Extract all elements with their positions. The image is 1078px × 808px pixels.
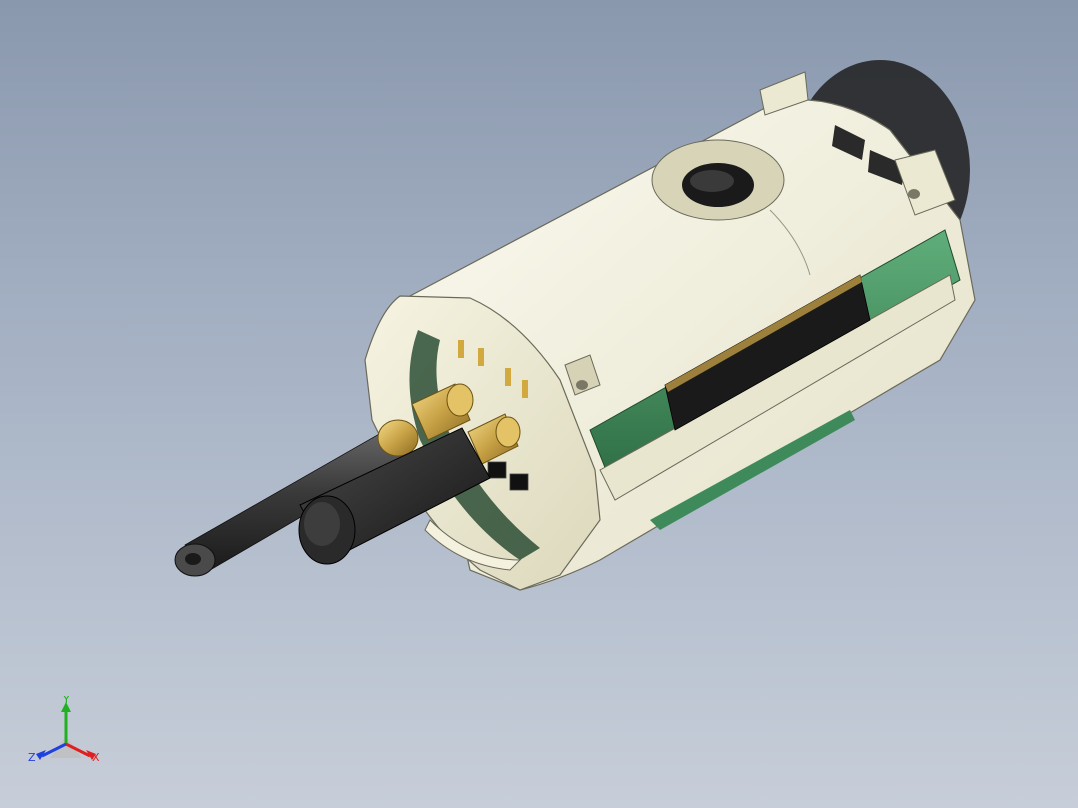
side-notch-2 [908, 189, 920, 199]
top-port-hole [651, 139, 785, 221]
graphics-viewport[interactable]: Y X Z [0, 0, 1078, 808]
x-axis-label: X [92, 751, 100, 764]
y-axis-label: Y [62, 696, 70, 706]
z-axis-label: Z [28, 751, 36, 764]
coordinate-triad: Y X Z [28, 696, 100, 764]
cad-assembly-model[interactable] [0, 0, 1078, 808]
